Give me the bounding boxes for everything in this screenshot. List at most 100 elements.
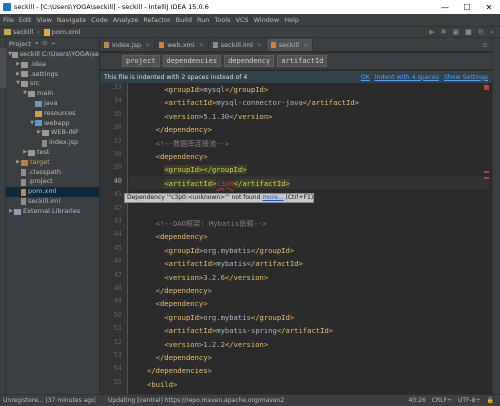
menu-vcs[interactable]: VCS <box>235 16 248 24</box>
tree-item[interactable]: ▼ seckill C:\Users\YOGA\se <box>6 50 99 60</box>
tree-item[interactable]: resources <box>6 109 99 119</box>
code-line[interactable]: <groupId></groupId> <box>147 163 247 176</box>
breadcrumb-file[interactable]: pom.xml <box>43 28 80 36</box>
breadcrumb-project[interactable]: seckill › <box>4 28 40 36</box>
code-line[interactable]: <artifactId>mybatis-spring</artifactId> <box>147 324 333 337</box>
tree-item[interactable]: ▶ External Libraries <box>6 207 99 217</box>
gear-icon[interactable]: ⚙ <box>42 40 47 47</box>
code-line[interactable]: <artifactId>c3p0</artifactId> <box>147 177 290 190</box>
tree-item[interactable]: .classpath <box>6 168 99 178</box>
close-icon[interactable]: ✕ <box>199 42 204 49</box>
xml-open-tag: </dependency> <box>155 353 212 362</box>
code-editor[interactable]: <groupId>mysql</groupId> <artifactId>mys… <box>129 83 489 394</box>
tree-item[interactable]: ▼ main <box>6 89 99 99</box>
menu-tools[interactable]: Tools <box>214 16 230 24</box>
project-panel-header[interactable]: Project ▾ ⚙ ⇤ <box>6 38 99 50</box>
debug-icon[interactable]: ✱ <box>441 28 447 37</box>
banner-indent-link[interactable]: Indent with 4 spaces <box>375 74 439 81</box>
tabs-overflow-icon[interactable]: ≡ <box>483 41 488 49</box>
tooltip-more-link[interactable]: more... <box>262 194 283 201</box>
close-icon[interactable]: ✕ <box>303 42 308 49</box>
tree-item[interactable]: .project <box>6 177 99 187</box>
code-line[interactable]: <dependency> <box>147 230 208 243</box>
code-line[interactable]: <artifactId>mybatis</artifactId> <box>147 257 303 270</box>
code-line[interactable]: <!--DAO框架: Mybatis依赖--> <box>147 217 267 230</box>
error-status-icon[interactable] <box>484 85 489 90</box>
tree-item[interactable]: java <box>6 99 99 109</box>
search-icon[interactable]: ⌕ <box>490 28 494 37</box>
tree-item[interactable]: ▶ test <box>6 148 99 158</box>
menu-window[interactable]: Window <box>254 16 280 24</box>
code-line[interactable]: <groupId>mysql</groupId> <box>147 83 268 96</box>
banner-settings-link[interactable]: Show Settings <box>444 74 488 81</box>
code-line[interactable]: <artifactId>mysql-connector-java</artifa… <box>147 96 359 109</box>
code-line[interactable]: <groupId>org.mybatis</groupId> <box>147 311 294 324</box>
tree-item[interactable]: index.jsp <box>6 138 99 148</box>
close-icon[interactable]: ✕ <box>257 42 262 49</box>
menu-analyze[interactable]: Analyze <box>113 16 139 24</box>
encoding-selector[interactable]: UTF-8÷ <box>458 397 481 404</box>
code-line[interactable]: </dependency> <box>147 284 212 297</box>
tab-index-jsp[interactable]: index.jsp ✕ <box>100 39 156 51</box>
line-separator-selector[interactable]: CRLF÷ <box>432 397 452 404</box>
menu-edit[interactable]: Edit <box>19 16 32 24</box>
error-text: c3p0 <box>216 178 234 188</box>
code-line[interactable]: </dependencies> <box>147 364 212 377</box>
menu-help[interactable]: Help <box>284 16 299 24</box>
hide-icon[interactable]: ⇤ <box>52 40 57 47</box>
xml-crumb-artifactid[interactable]: artifactId <box>277 55 328 67</box>
xml-crumb-dependency[interactable]: dependency <box>224 55 275 67</box>
tab-seckill-pom[interactable]: seckill ✕ <box>266 39 314 51</box>
tree-item[interactable]: ▶ WEB-INF <box>6 128 99 138</box>
banner-ok-link[interactable]: OK <box>361 74 370 81</box>
menu-build[interactable]: Build <box>176 16 192 24</box>
menu-run[interactable]: Run <box>197 16 209 24</box>
tree-item[interactable]: ▶ .settings <box>6 70 99 80</box>
coverage-icon[interactable]: ▣ <box>453 28 460 37</box>
minimize-button[interactable]: — <box>434 3 456 12</box>
tree-item[interactable]: ▶ target <box>6 158 99 168</box>
maximize-button[interactable]: ☐ <box>456 3 478 12</box>
error-marker[interactable] <box>484 171 489 173</box>
xml-open-tag: <dependency> <box>155 152 208 161</box>
run-icon[interactable]: ▶ <box>429 28 434 37</box>
error-stripe[interactable] <box>484 83 490 394</box>
menu-view[interactable]: View <box>36 16 51 24</box>
tree-item[interactable]: ▼ src <box>6 79 99 89</box>
xml-text: mysql-connector-java <box>216 98 303 108</box>
stop-icon[interactable]: ■ <box>465 28 472 37</box>
code-line[interactable]: <version>3.2.6</version> <box>147 271 268 284</box>
caret-position[interactable]: 40:26 <box>409 397 426 404</box>
code-line[interactable]: </dependency> <box>147 123 212 136</box>
menu-code[interactable]: Code <box>91 16 108 24</box>
tab-web-xml[interactable]: web.xml ✕ <box>155 39 209 51</box>
code-line[interactable]: <version>1.2.2</version> <box>147 338 268 351</box>
tab-seckill-iml[interactable]: seckill.iml ✕ <box>209 39 267 51</box>
menu-refactor[interactable]: Refactor <box>143 16 170 24</box>
code-line[interactable]: <!--数据库连接池--> <box>147 137 229 150</box>
code-line[interactable]: <dependency> <box>147 150 208 163</box>
error-marker[interactable] <box>484 177 489 179</box>
chevron-down-icon[interactable]: ▾ <box>35 40 38 47</box>
tree-item[interactable]: ▼ webapp <box>6 119 99 129</box>
folder-icon <box>21 71 28 78</box>
code-line[interactable]: <version>5.1.30</version> <box>147 110 272 123</box>
xml-crumb-project[interactable]: project <box>122 55 160 67</box>
background-task-progress[interactable]: Updating [central] https://repo.maven.ap… <box>108 397 284 404</box>
close-window-button[interactable]: ✕ <box>478 3 500 12</box>
close-icon[interactable]: ✕ <box>145 42 150 49</box>
tree-item[interactable]: seckill.iml <box>6 197 99 207</box>
lock-icon[interactable]: 🔓 <box>487 397 494 404</box>
code-line[interactable]: <groupId>org.mybatis</groupId> <box>147 244 294 257</box>
code-line[interactable]: </dependency> <box>147 351 212 364</box>
code-line[interactable]: <build> <box>147 378 177 391</box>
code-line[interactable]: <dependency> <box>147 297 208 310</box>
settings-icon[interactable]: ⚙ <box>478 28 484 37</box>
menu-navigate[interactable]: Navigate <box>57 16 86 24</box>
tree-item[interactable]: ▶ .idea <box>6 60 99 70</box>
xml-crumb-dependencies[interactable]: dependencies <box>162 55 222 67</box>
status-message[interactable]: Unregistere... (37 minutes ago) <box>0 397 96 404</box>
menu-file[interactable]: File <box>3 16 14 24</box>
tree-item[interactable]: pom.xml <box>6 187 99 197</box>
line-number-gutter[interactable]: 33 34 35 36 37 38 39 40 41 42 43 44 45 46 47 48 49 50 51 52… <box>100 83 128 394</box>
